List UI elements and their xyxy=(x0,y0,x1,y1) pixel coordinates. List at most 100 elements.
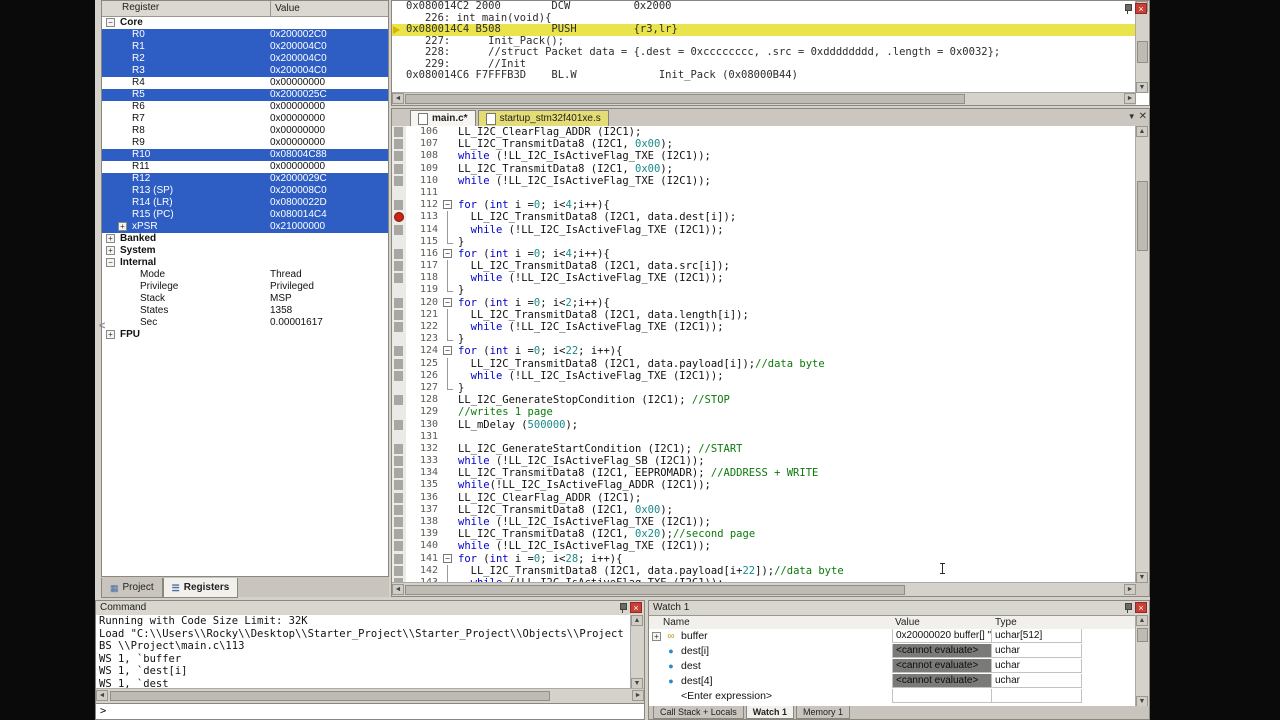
scrollbar-thumb[interactable] xyxy=(1137,628,1148,642)
code-line[interactable]: 126 while (!LL_I2C_IsActiveFlag_TXE (I2C… xyxy=(392,370,1136,382)
register-row[interactable]: R90x00000000 xyxy=(102,137,388,149)
fold-collapse-icon[interactable]: − xyxy=(443,249,452,258)
code-line[interactable]: 131 xyxy=(392,431,1136,443)
register-row[interactable]: States1358 xyxy=(102,305,388,317)
code-line[interactable]: 120−for (int i =0; i<2;i++){ xyxy=(392,297,1136,309)
scroll-left-icon[interactable]: ◄ xyxy=(392,93,404,104)
code-line[interactable]: 127} xyxy=(392,382,1136,394)
command-vertical-scrollbar[interactable]: ▲ ▼ xyxy=(631,615,644,689)
code-line[interactable]: 124−for (int i =0; i<22; i++){ xyxy=(392,345,1136,357)
scroll-left-icon[interactable]: ◄ xyxy=(392,584,404,595)
expand-icon[interactable]: + xyxy=(106,246,115,255)
expand-icon[interactable]: + xyxy=(118,222,127,231)
register-row[interactable]: R60x00000000 xyxy=(102,101,388,113)
disassembly-line[interactable]: 0x080014C2 2000 DCW 0x2000 xyxy=(392,1,1149,13)
code-line[interactable]: 139LL_I2C_TransmitData8 (I2C1, 0x20);//s… xyxy=(392,528,1136,540)
code-line[interactable]: 123} xyxy=(392,333,1136,345)
register-row[interactable]: +xPSR0x21000000 xyxy=(102,221,388,233)
scroll-down-icon[interactable]: ▼ xyxy=(1136,572,1148,583)
register-row[interactable]: R40x00000000 xyxy=(102,77,388,89)
code-line[interactable]: 138while (!LL_I2C_IsActiveFlag_TXE (I2C1… xyxy=(392,516,1136,528)
scroll-right-icon[interactable]: ► xyxy=(1124,93,1136,104)
scroll-up-icon[interactable]: ▲ xyxy=(631,615,643,626)
code-line[interactable]: 118 while (!LL_I2C_IsActiveFlag_TXE (I2C… xyxy=(392,272,1136,284)
code-line[interactable]: 122 while (!LL_I2C_IsActiveFlag_TXE (I2C… xyxy=(392,321,1136,333)
register-row[interactable]: −Internal xyxy=(102,257,388,269)
code-line[interactable]: 141−for (int i =0; i<28; i++){ xyxy=(392,553,1136,565)
watch-row[interactable]: ●dest[4]<cannot evaluate>uchar xyxy=(649,674,1136,689)
tab-call-stack-locals[interactable]: Call Stack + Locals xyxy=(653,706,744,719)
scrollbar-thumb[interactable] xyxy=(405,585,905,595)
register-row[interactable]: R80x00000000 xyxy=(102,125,388,137)
disassembly-line[interactable]: 0x080014C6 F7FFFB3D BL.W Init_Pack (0x08… xyxy=(392,70,1149,82)
code-line[interactable]: 116−for (int i =0; i<4;i++){ xyxy=(392,248,1136,260)
code-line[interactable]: 132LL_I2C_GenerateStartCondition (I2C1);… xyxy=(392,443,1136,455)
register-row[interactable]: +System xyxy=(102,245,388,257)
collapse-icon[interactable]: − xyxy=(106,18,115,27)
tab-project[interactable]: ▦Project xyxy=(101,578,163,598)
tab-main-c-[interactable]: main.c* xyxy=(410,110,476,126)
code-line[interactable]: 111 xyxy=(392,187,1136,199)
register-row[interactable]: PrivilegePrivileged xyxy=(102,281,388,293)
fold-collapse-icon[interactable]: − xyxy=(443,346,452,355)
expand-icon[interactable]: + xyxy=(652,632,661,641)
watch-vertical-scrollbar[interactable]: ▲ ▼ xyxy=(1135,615,1149,707)
register-row[interactable]: R00x200002C0 xyxy=(102,29,388,41)
code-line[interactable]: 133while (!LL_I2C_IsActiveFlag_SB (I2C1)… xyxy=(392,455,1136,467)
register-row[interactable]: R50x2000025C xyxy=(102,89,388,101)
register-row[interactable]: ModeThread xyxy=(102,269,388,281)
fold-collapse-icon[interactable]: − xyxy=(443,298,452,307)
register-row[interactable]: R10x200004C0 xyxy=(102,41,388,53)
code-line[interactable]: 121 LL_I2C_TransmitData8 (I2C1, data.len… xyxy=(392,309,1136,321)
tab-memory-1[interactable]: Memory 1 xyxy=(796,706,850,719)
register-row[interactable]: R70x00000000 xyxy=(102,113,388,125)
code-line[interactable]: 130LL_mDelay (500000); xyxy=(392,419,1136,431)
close-icon[interactable]: × xyxy=(630,602,642,613)
code-line[interactable]: 109LL_I2C_TransmitData8 (I2C1, 0x00); xyxy=(392,163,1136,175)
scroll-right-icon[interactable]: ► xyxy=(1124,584,1136,595)
code-line[interactable]: 106LL_I2C_ClearFlag_ADDR (I2C1); xyxy=(392,126,1136,138)
code-line[interactable]: 113 LL_I2C_TransmitData8 (I2C1, data.des… xyxy=(392,211,1136,223)
editor-vertical-scrollbar[interactable]: ▲ ▼ xyxy=(1135,126,1149,583)
code-line[interactable]: 117 LL_I2C_TransmitData8 (I2C1, data.src… xyxy=(392,260,1136,272)
code-line[interactable]: 108while (!LL_I2C_IsActiveFlag_TXE (I2C1… xyxy=(392,150,1136,162)
pin-icon[interactable] xyxy=(618,602,627,613)
disassembly-horizontal-scrollbar[interactable]: ◄ ► xyxy=(392,92,1136,105)
code-line[interactable]: 119} xyxy=(392,284,1136,296)
watch-row[interactable]: ●dest<cannot evaluate>uchar xyxy=(649,659,1136,674)
code-line[interactable]: 135while(!LL_I2C_IsActiveFlag_ADDR (I2C1… xyxy=(392,479,1136,491)
register-row[interactable]: R14 (LR)0x0800022D xyxy=(102,197,388,209)
code-line[interactable]: 115} xyxy=(392,236,1136,248)
tab-registers[interactable]: ☰Registers xyxy=(163,578,239,598)
code-line[interactable]: 134LL_I2C_TransmitData8 (I2C1, EEPROMADR… xyxy=(392,467,1136,479)
code-line[interactable]: 112−for (int i =0; i<4;i++){ xyxy=(392,199,1136,211)
register-row[interactable]: R120x2000029C xyxy=(102,173,388,185)
close-icon[interactable]: ✕ xyxy=(1139,112,1147,121)
code-line[interactable]: 125 LL_I2C_TransmitData8 (I2C1, data.pay… xyxy=(392,358,1136,370)
scroll-down-icon[interactable]: ▼ xyxy=(1136,82,1148,93)
scrollbar-thumb[interactable] xyxy=(405,94,965,104)
close-icon[interactable]: × xyxy=(1135,3,1147,14)
register-row[interactable]: R30x200004C0 xyxy=(102,65,388,77)
expand-icon[interactable]: + xyxy=(106,234,115,243)
collapse-icon[interactable]: − xyxy=(106,258,115,267)
scrollbar-thumb[interactable] xyxy=(1137,181,1148,251)
register-row[interactable]: −Core xyxy=(102,17,388,29)
watch-row[interactable]: ●dest[i]<cannot evaluate>uchar xyxy=(649,644,1136,659)
scrollbar-thumb[interactable] xyxy=(110,691,550,701)
code-line[interactable]: 137LL_I2C_TransmitData8 (I2C1, 0x00); xyxy=(392,504,1136,516)
editor-horizontal-scrollbar[interactable]: ◄ ► xyxy=(392,582,1136,596)
pin-icon[interactable] xyxy=(1123,3,1132,14)
tab-watch-1[interactable]: Watch 1 xyxy=(746,706,794,719)
watch-row[interactable]: +∞buffer0x20000020 buffer[] ""uchar[512] xyxy=(649,629,1136,644)
code-line[interactable]: 107LL_I2C_TransmitData8 (I2C1, 0x00); xyxy=(392,138,1136,150)
register-row[interactable]: +Banked xyxy=(102,233,388,245)
disassembly-line[interactable]: 0x080014C4 B508 PUSH {r3,lr} xyxy=(392,24,1149,36)
close-icon[interactable]: × xyxy=(1135,602,1147,613)
command-horizontal-scrollbar[interactable]: ◄ ► xyxy=(96,688,644,703)
scroll-up-icon[interactable]: ▲ xyxy=(1136,126,1148,137)
chevron-down-icon[interactable]: ▼ xyxy=(1128,112,1136,121)
pin-icon[interactable] xyxy=(1123,602,1132,613)
register-row[interactable]: StackMSP xyxy=(102,293,388,305)
fold-collapse-icon[interactable]: − xyxy=(443,200,452,209)
